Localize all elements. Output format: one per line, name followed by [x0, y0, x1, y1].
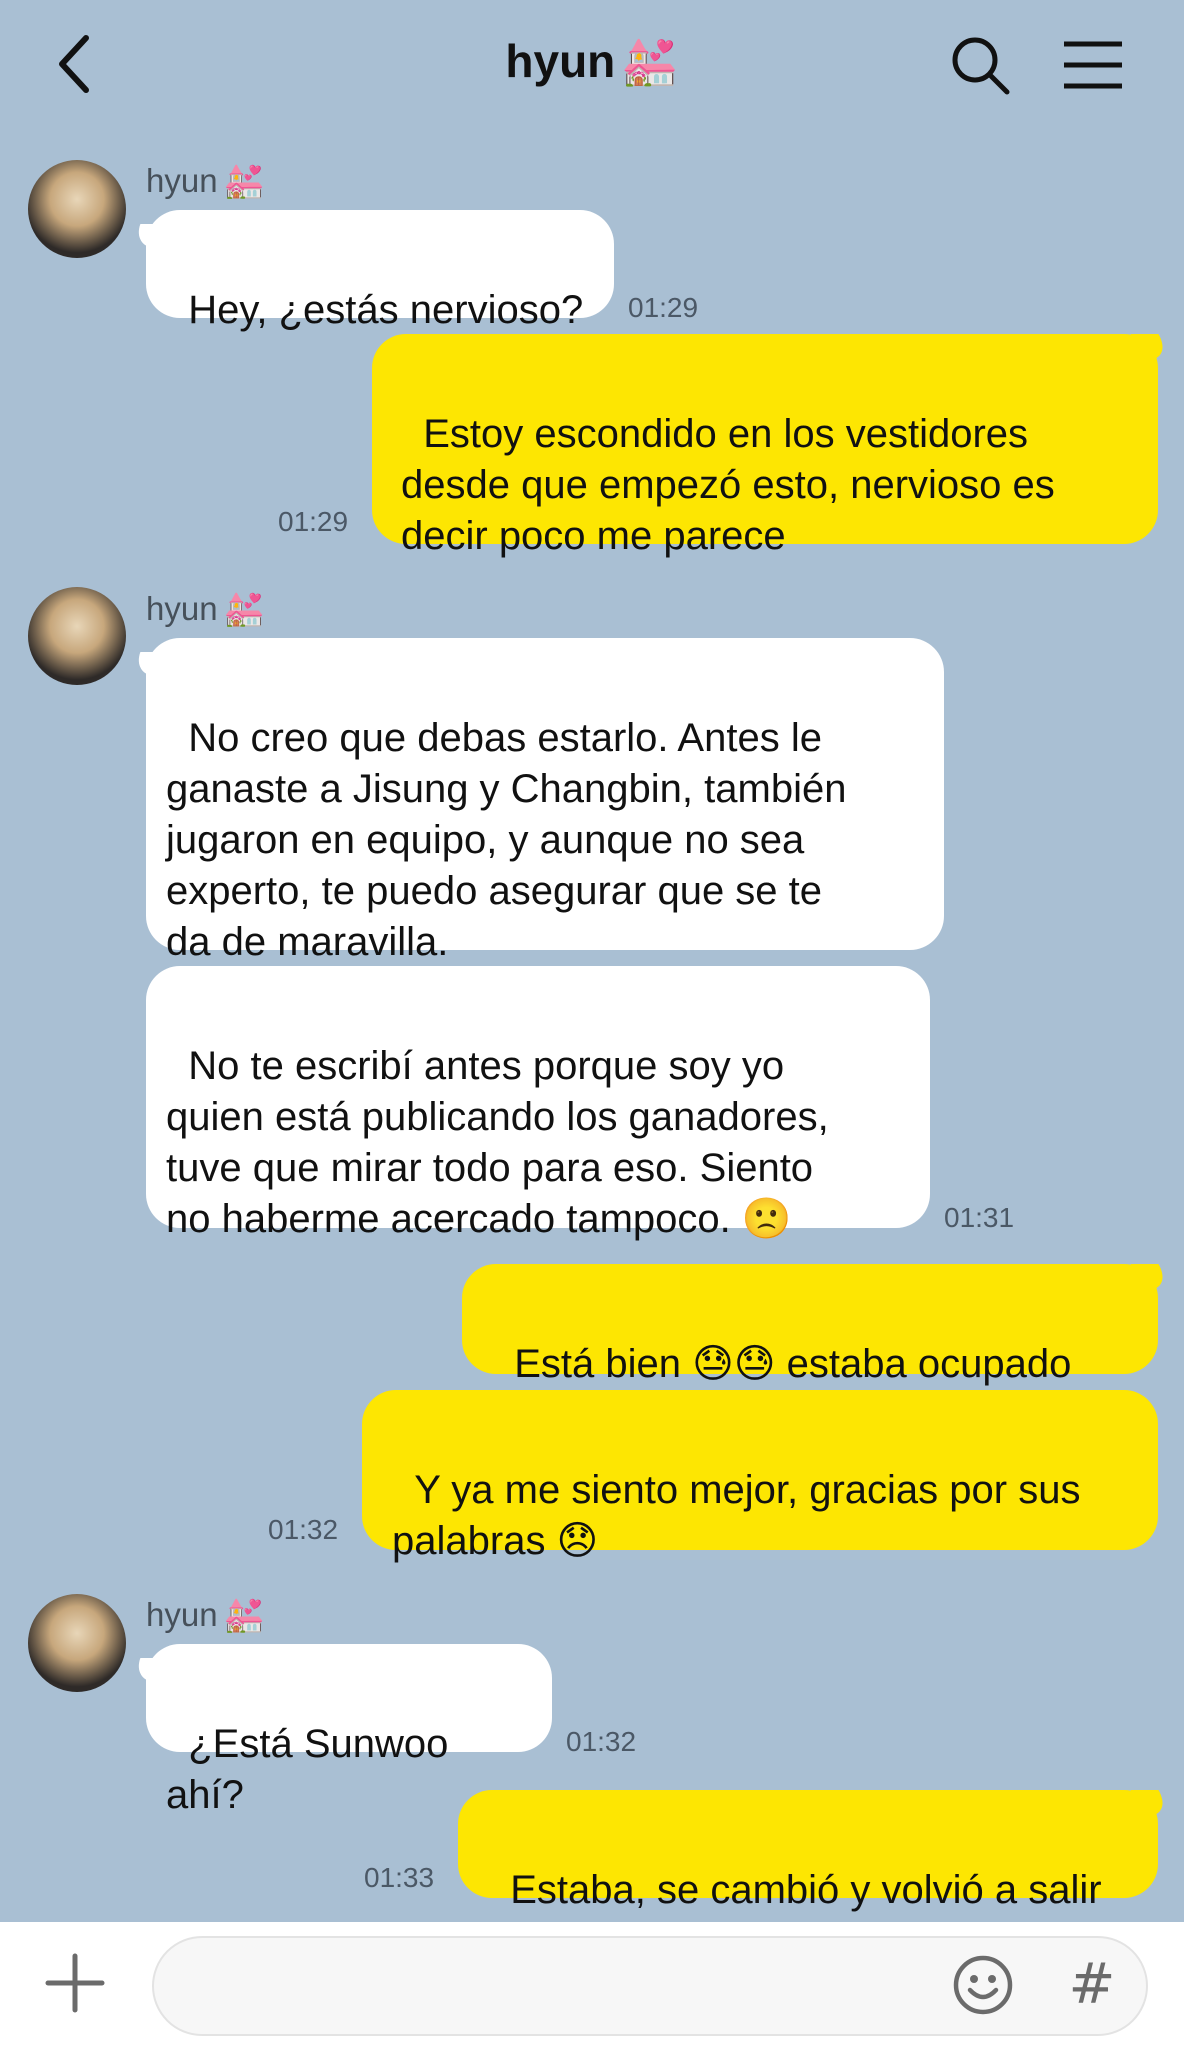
sender-label: hyun [146, 162, 218, 199]
message-bubble-incoming[interactable]: No creo que debas estarlo. Antes le gana… [146, 638, 944, 964]
message-text: No te escribí antes porque soy yo quien … [166, 1044, 829, 1241]
message-text: No creo que debas estarlo. Antes le gana… [166, 716, 847, 964]
hashtag-button[interactable]: # [1062, 1950, 1122, 2020]
search-button[interactable] [945, 30, 1015, 100]
message-bubble-incoming[interactable]: No te escribí antes porque soy yo quien … [146, 966, 930, 1241]
chat-header: hyun 💒 [0, 0, 1184, 130]
add-attachment-button[interactable] [42, 1950, 108, 2016]
message-bubble-incoming[interactable]: Hey, ¿estás nervioso? [146, 210, 614, 332]
hamburger-menu-icon [1064, 41, 1122, 89]
plus-icon [45, 1953, 105, 2013]
message-bubble-outgoing[interactable]: Estaba, se cambió y volvió a salir [458, 1790, 1158, 1912]
message-bubble-incoming[interactable]: ¿Está Sunwoo ahí? [146, 1644, 552, 1817]
sender-name: hyun 💒 [146, 162, 265, 201]
message-time: 01:33 [364, 1862, 435, 1893]
sender-name: hyun 💒 [146, 1596, 265, 1635]
message-bubble-outgoing[interactable]: Y ya me siento mejor, gracias por sus pa… [362, 1390, 1158, 1563]
sender-label: hyun [146, 590, 218, 627]
message-text: Estoy escondido en los vestidores desde … [401, 412, 1055, 558]
wedding-icon: 💒 [223, 1596, 265, 1633]
wedding-icon: 💒 [621, 35, 679, 87]
message-bubble-outgoing[interactable]: Está bien 😓😓 estaba ocupado [462, 1264, 1158, 1386]
wedding-icon: 💒 [223, 162, 265, 199]
smiley-icon [953, 1955, 1013, 2015]
message-time: 01:29 [278, 506, 349, 537]
message-time: 01:32 [566, 1726, 637, 1757]
message-bubble-outgoing[interactable]: Estoy escondido en los vestidores desde … [372, 334, 1158, 558]
avatar[interactable] [28, 160, 126, 258]
message-text: Estaba, se cambió y volvió a salir [510, 1868, 1102, 1912]
message-text: Está bien 😓😓 estaba ocupado [514, 1342, 1072, 1386]
emoji-button[interactable] [950, 1952, 1016, 2018]
message-text: Hey, ¿estás nervioso? [188, 288, 584, 332]
search-icon [952, 37, 1010, 95]
sender-label: hyun [146, 1596, 218, 1633]
chat-title-name: hyun [505, 35, 616, 87]
avatar[interactable] [28, 1594, 126, 1692]
menu-button[interactable] [1058, 30, 1128, 100]
message-time: 01:29 [628, 292, 699, 323]
avatar[interactable] [28, 587, 126, 685]
message-time: 01:32 [268, 1514, 339, 1545]
message-time: 01:31 [944, 1202, 1015, 1233]
wedding-icon: 💒 [223, 590, 265, 627]
message-input-bar: # [0, 1922, 1184, 2048]
message-text: ¿Está Sunwoo ahí? [166, 1722, 460, 1817]
sender-name: hyun 💒 [146, 590, 265, 629]
message-text: Y ya me siento mejor, gracias por sus pa… [392, 1468, 1081, 1563]
